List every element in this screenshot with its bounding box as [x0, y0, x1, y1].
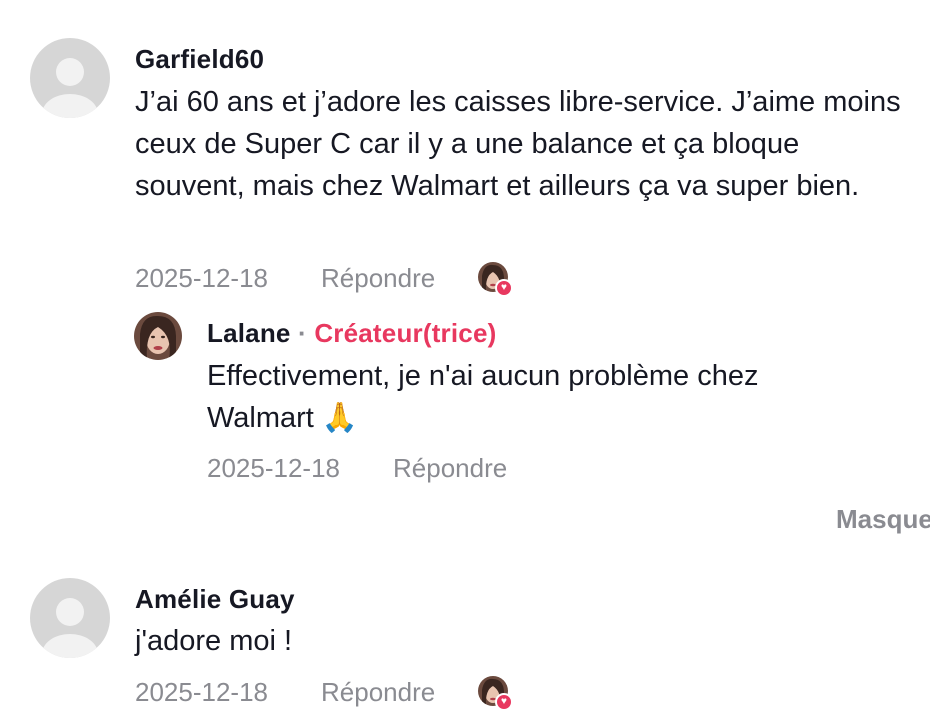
reply-author[interactable]: Lalane — [207, 318, 291, 348]
heart-icon: ♥ — [495, 279, 513, 297]
default-avatar-icon[interactable] — [30, 578, 110, 658]
heart-icon: ♥ — [495, 693, 513, 711]
comment-author[interactable]: Garfield60 — [135, 44, 264, 75]
comment-date: 2025-12-18 — [135, 263, 268, 293]
comment-text: j'adore moi ! — [135, 625, 293, 657]
creator-liked-indicator: ♥ — [478, 676, 513, 712]
creator-avatar[interactable] — [134, 312, 182, 360]
hide-replies-button[interactable]: Masquer — [836, 504, 930, 535]
comment-text: J’ai 60 ans et j’adore les caisses libre… — [135, 86, 901, 202]
creator-badge: Créateur(trice) — [314, 318, 497, 348]
reply-button[interactable]: Répondre — [321, 263, 435, 294]
comment-author[interactable]: Amélie Guay — [135, 584, 295, 615]
default-avatar-icon[interactable] — [30, 38, 110, 118]
reply-button[interactable]: Répondre — [393, 453, 507, 484]
reply-text: Effectivement, je n'ai aucun problème ch… — [207, 360, 759, 434]
reply-author-line: Lalane · Créateur(trice) — [207, 318, 496, 349]
author-separator: · — [298, 318, 307, 348]
comment-date: 2025-12-18 — [135, 677, 268, 707]
reply-date: 2025-12-18 — [207, 453, 340, 483]
reply-button[interactable]: Répondre — [321, 677, 435, 708]
creator-liked-indicator: ♥ — [478, 262, 513, 298]
